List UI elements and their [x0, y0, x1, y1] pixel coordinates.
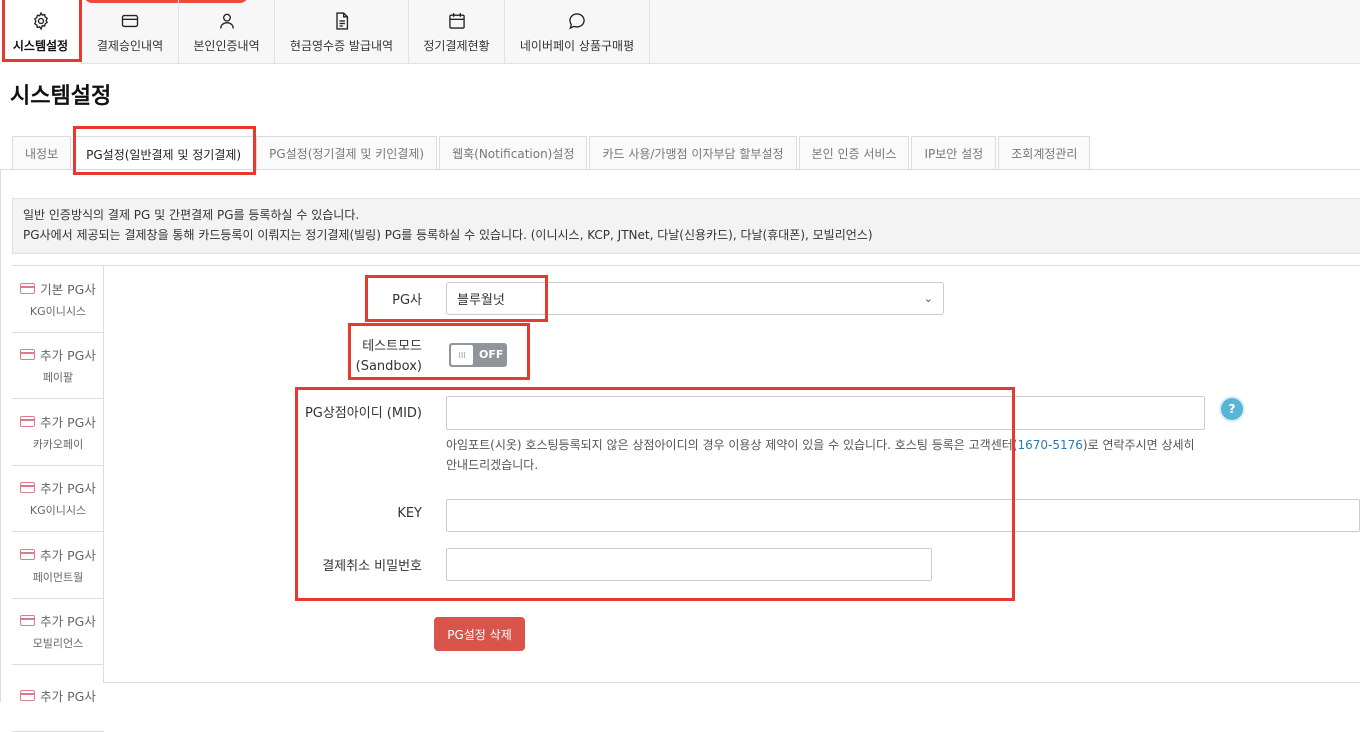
topnav-cash-receipts[interactable]: 현금영수증 발급내역: [275, 0, 409, 64]
pg-item-name: 페이먼트월: [32, 570, 84, 584]
pg-item-name: 모빌리언스: [32, 637, 84, 651]
topnav-label: 결제승인내역: [96, 38, 164, 53]
key-input[interactable]: [446, 499, 1360, 532]
tab-identity-service[interactable]: 본인 인증 서비스: [798, 136, 910, 170]
pg-list-item[interactable]: 추가 PG사 KG이니시스: [12, 466, 104, 532]
info-line: PG사에서 제공되는 결제창을 통해 카드등록이 이뤄지는 정기결제(빌링) P…: [23, 228, 873, 242]
pg-item-name: 카카오페이: [32, 437, 84, 451]
test-mode-label-line: (Sandbox): [355, 359, 422, 374]
mid-input[interactable]: [446, 396, 1205, 430]
settings-tabs: 내정보 PG설정(일반결제 및 정기결제) PG설정(정기결제 및 키인결제) …: [12, 136, 1092, 172]
key-label: KEY: [397, 506, 422, 521]
credit-card-icon: [20, 689, 36, 701]
topnav-label: 정기결제현황: [423, 38, 490, 53]
topnav-recurring-payments[interactable]: 정기결제현황: [409, 0, 505, 64]
test-mode-label-line: 테스트모드: [362, 339, 422, 354]
pg-list-item[interactable]: 추가 PG사 모빌리언스: [12, 599, 104, 665]
credit-card-icon: [20, 548, 36, 560]
toggle-state: OFF: [479, 348, 504, 361]
support-phone-link[interactable]: 1670-5176: [1017, 438, 1082, 452]
cancel-password-label: 결제취소 비밀번호: [322, 559, 422, 574]
credit-card-icon: [20, 482, 36, 494]
pg-item-title: 추가 PG사: [40, 547, 96, 563]
pg-list-item[interactable]: 기본 PG사 KG이니시스: [12, 266, 104, 333]
pg-item-name: KG이니시스: [29, 504, 87, 518]
test-mode-toggle[interactable]: III OFF: [449, 343, 507, 367]
test-mode-label: 테스트모드 (Sandbox): [350, 337, 422, 377]
help-icon[interactable]: ?: [1221, 398, 1243, 420]
pg-item-title: 추가 PG사: [40, 414, 96, 430]
pg-item-title: 추가 PG사: [40, 614, 96, 630]
pg-list-item[interactable]: 추가 PG사 카카오페이: [12, 399, 104, 466]
topnav-naverpay-reviews[interactable]: 네이버페이 상품구매평: [505, 0, 650, 64]
pg-company-value: 블루월넛: [457, 293, 505, 308]
tabs-divider: [0, 169, 1360, 170]
pg-item-name: KG이니시스: [29, 304, 87, 318]
tab-pg-general[interactable]: PG설정(일반결제 및 정기결제): [73, 136, 255, 172]
credit-card-icon: [20, 615, 36, 627]
cancel-password-input[interactable]: [446, 548, 932, 581]
top-navigation: 시스템설정 결제승인내역 본인인증내역 현금영수증 발급내역 정기결제현황 네이…: [0, 0, 1360, 64]
topnav-system-settings[interactable]: 시스템설정: [0, 0, 82, 64]
info-line: 일반 인증방식의 결제 PG 및 간편결제 PG를 등록하실 수 있습니다.: [23, 208, 360, 222]
user-icon: [219, 13, 234, 29]
topnav-identity-verifications[interactable]: 본인인증내역: [179, 0, 275, 64]
mid-notice: 아임포트(시옷) 호스팅등록되지 않은 상점아이디의 경우 이용상 제약이 있을…: [446, 435, 1206, 475]
calendar-icon: [448, 12, 465, 29]
credit-card-icon: [20, 282, 36, 294]
toggle-knob: III: [451, 345, 473, 365]
info-notice: 일반 인증방식의 결제 PG 및 간편결제 PG를 등록하실 수 있습니다. P…: [12, 198, 1360, 254]
pg-item-title: 추가 PG사: [40, 348, 96, 364]
pg-item-name: 페이팔: [42, 371, 74, 385]
topnav-payment-approvals[interactable]: 결제승인내역: [82, 0, 179, 64]
tab-pg-recurring[interactable]: PG설정(정기결제 및 키인결제): [256, 136, 438, 170]
mid-label: PG상점아이디 (MID): [304, 406, 422, 421]
credit-card-icon: [20, 415, 36, 427]
pg-list: 기본 PG사 KG이니시스 추가 PG사 페이팔 추가 PG사 카카오페이 추가…: [12, 265, 104, 732]
delete-pg-settings-button[interactable]: PG설정 삭제: [434, 617, 525, 651]
tab-webhook[interactable]: 웹훅(Notification)설정: [439, 136, 588, 170]
gear-icon: [33, 11, 48, 30]
panel-border: [0, 169, 1, 702]
tab-account-management[interactable]: 조회계정관리: [998, 136, 1091, 170]
page-title: 시스템설정: [10, 84, 112, 109]
pg-company-select[interactable]: 블루월넛 ⌄: [446, 282, 944, 315]
tab-my-info[interactable]: 내정보: [12, 136, 72, 170]
topnav-label: 네이버페이 상품구매평: [519, 38, 635, 53]
pg-list-item[interactable]: 추가 PG사 페이팔: [12, 333, 104, 399]
pg-list-item[interactable]: 추가 PG사: [12, 665, 104, 732]
pg-item-title: 기본 PG사: [40, 281, 96, 297]
pg-company-label: PG사: [392, 293, 422, 308]
tab-ip-security[interactable]: IP보안 설정: [911, 136, 997, 170]
credit-card-icon: [121, 14, 139, 27]
document-icon: [335, 11, 348, 30]
topnav-label: 시스템설정: [12, 38, 69, 53]
pg-item-title: 추가 PG사: [40, 481, 96, 497]
pg-list-item[interactable]: 추가 PG사 페이먼트월: [12, 532, 104, 599]
chevron-down-icon: ⌄: [923, 292, 933, 305]
topnav-label: 현금영수증 발급내역: [289, 38, 394, 53]
tab-card-installment[interactable]: 카드 사용/가맹점 이자부담 할부설정: [589, 136, 797, 170]
topnav-label: 본인인증내역: [193, 38, 260, 53]
chat-bubble-icon: [569, 12, 585, 29]
credit-card-icon: [20, 349, 36, 361]
note-text: 아임포트(시옷) 호스팅등록되지 않은 상점아이디의 경우 이용상 제약이 있을…: [446, 438, 1018, 452]
